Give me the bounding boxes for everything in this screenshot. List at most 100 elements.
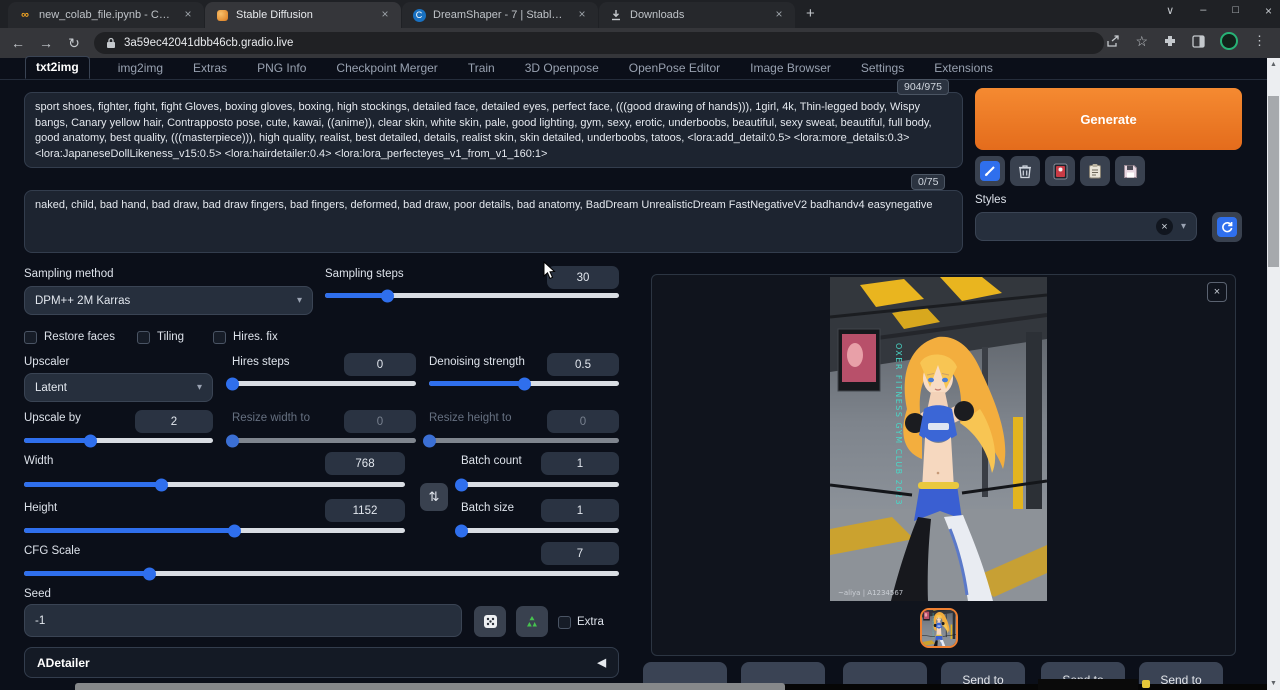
hires-steps-label: Hires steps [232, 356, 290, 368]
browser-tab-stable-diffusion[interactable]: Stable Diffusion × [205, 2, 401, 28]
hires-fix-checkbox[interactable] [213, 331, 226, 344]
reuse-seed-button[interactable] [516, 606, 548, 637]
dice-icon [483, 614, 498, 629]
hires-steps-input[interactable]: 0 [344, 353, 416, 376]
styles-label: Styles [975, 194, 1006, 206]
generate-button[interactable]: Generate [975, 88, 1242, 150]
side-panel-icon[interactable] [1192, 35, 1205, 48]
batch-size-label: Batch size [461, 502, 514, 514]
sampling-steps-label: Sampling steps [325, 268, 404, 280]
share-icon[interactable] [1106, 35, 1120, 48]
tab-settings[interactable]: Settings [859, 58, 906, 79]
tab-title: DreamShaper - 7 | Stable Diffusio [433, 9, 567, 21]
cfg-scale-input[interactable]: 7 [541, 542, 619, 565]
upscaler-dropdown[interactable]: Latent ▾ [24, 373, 213, 402]
tab-openpose-editor[interactable]: OpenPose Editor [627, 58, 722, 79]
cfg-scale-slider[interactable] [24, 571, 619, 576]
tab-extensions[interactable]: Extensions [932, 58, 995, 79]
tab-close-icon[interactable]: × [377, 7, 393, 23]
sampling-steps-slider[interactable] [325, 293, 619, 298]
upscale-by-input[interactable]: 2 [135, 410, 213, 433]
save-style-button[interactable] [1115, 156, 1145, 186]
paste-params-button[interactable] [975, 156, 1005, 186]
tab-png-info[interactable]: PNG Info [255, 58, 308, 79]
clipboard-icon [1088, 163, 1102, 179]
extensions-puzzle-icon[interactable] [1163, 34, 1177, 48]
tab-txt2img[interactable]: txt2img [25, 56, 90, 79]
url-text: 3a59ec42041dbb46cb.gradio.live [124, 37, 293, 49]
batch-count-slider[interactable] [461, 482, 619, 487]
negative-token-counter: 0/75 [911, 174, 945, 190]
tab-extras[interactable]: Extras [191, 58, 229, 79]
tab-checkpoint-merger[interactable]: Checkpoint Merger [334, 58, 439, 79]
batch-size-slider[interactable] [461, 528, 619, 533]
bookmark-star-icon[interactable]: ☆ [1135, 33, 1148, 50]
forward-icon[interactable]: → [32, 35, 60, 51]
clear-prompt-button[interactable] [1010, 156, 1040, 186]
hires-steps-slider[interactable] [232, 381, 416, 386]
close-icon[interactable]: × [1265, 4, 1272, 18]
browser-tab-colab[interactable]: ∞ new_colab_file.ipynb - Colaborat × [8, 2, 204, 28]
upscale-by-slider[interactable] [24, 438, 213, 443]
tab-close-icon[interactable]: × [180, 7, 196, 23]
swap-dimensions-button[interactable]: ⇅ [420, 483, 448, 511]
minimize-icon[interactable]: – [1200, 4, 1206, 18]
height-slider[interactable] [24, 528, 405, 533]
height-input[interactable]: 1152 [325, 499, 405, 522]
restore-faces-checkbox[interactable] [24, 331, 37, 344]
styles-dropdown[interactable]: × ▾ [975, 212, 1197, 241]
sampling-method-dropdown[interactable]: DPM++ 2M Karras ▾ [24, 286, 313, 315]
tab-3d-openpose[interactable]: 3D Openpose [523, 58, 601, 79]
browser-tab-dreamshaper[interactable]: C DreamShaper - 7 | Stable Diffusio × [402, 2, 598, 28]
video-overlay-bar [75, 683, 785, 690]
adetailer-accordion[interactable]: ADetailer ◀ [24, 647, 619, 678]
denoising-strength-slider[interactable] [429, 381, 619, 386]
tab-search-chevron-icon[interactable]: ∨ [1166, 4, 1174, 18]
scroll-up-icon[interactable]: ▲ [1267, 58, 1280, 71]
reload-icon[interactable]: ↻ [60, 35, 88, 52]
prompt-input[interactable]: sport shoes, fighter, fight, fight Glove… [24, 92, 963, 168]
browser-toolbar: ← → ↻ 3a59ec42041dbb46cb.gradio.live [0, 28, 1280, 58]
page-scrollbar[interactable]: ▲ ▼ [1267, 58, 1280, 690]
extra-networks-button[interactable] [1045, 156, 1075, 186]
tab-close-icon[interactable]: × [574, 7, 590, 23]
extra-seed-checkbox[interactable] [558, 616, 571, 629]
menu-icon[interactable]: ⋮ [1253, 33, 1266, 49]
url-bar[interactable]: 3a59ec42041dbb46cb.gradio.live [94, 32, 1104, 54]
maximize-icon[interactable]: □ [1232, 4, 1239, 18]
batch-size-input[interactable]: 1 [541, 499, 619, 522]
tab-img2img[interactable]: img2img [116, 58, 165, 79]
close-icon: × [1214, 286, 1220, 298]
scrollbar-thumb[interactable] [1268, 96, 1279, 267]
tab-close-icon[interactable]: × [771, 7, 787, 23]
back-icon[interactable]: ← [4, 35, 32, 51]
swap-icon: ⇅ [429, 489, 440, 505]
accordion-collapse-icon: ◀ [598, 656, 606, 669]
width-input[interactable]: 768 [325, 452, 405, 475]
resize-width-input: 0 [344, 410, 416, 433]
window-controls: ∨ – □ × [1166, 4, 1272, 18]
browser-tab-strip: ∞ new_colab_file.ipynb - Colaborat × Sta… [0, 0, 1280, 28]
avatar[interactable] [1220, 32, 1238, 50]
sampling-steps-input[interactable]: 30 [547, 266, 619, 289]
styles-clear-icon[interactable]: × [1156, 218, 1173, 235]
new-tab-button[interactable]: + [806, 5, 815, 22]
extra-seed-label: Extra [577, 616, 604, 628]
negative-prompt-input[interactable]: naked, child, bad hand, bad draw, bad dr… [24, 190, 963, 253]
browser-tab-downloads[interactable]: Downloads × [599, 2, 795, 28]
tab-train[interactable]: Train [466, 58, 497, 79]
scroll-down-icon[interactable]: ▼ [1267, 677, 1280, 690]
close-preview-button[interactable]: × [1207, 282, 1227, 302]
seed-input[interactable]: -1 [24, 604, 462, 637]
random-seed-button[interactable] [474, 606, 506, 637]
width-slider[interactable] [24, 482, 405, 487]
batch-count-input[interactable]: 1 [541, 452, 619, 475]
styles-refresh-button[interactable] [1212, 212, 1242, 242]
apply-styles-button[interactable] [1080, 156, 1110, 186]
gallery-thumbnail[interactable] [920, 608, 958, 648]
denoising-strength-input[interactable]: 0.5 [547, 353, 619, 376]
tiling-checkbox[interactable] [137, 331, 150, 344]
sampling-method-label: Sampling method [24, 268, 114, 280]
generated-image[interactable]: OXER FITNESS GYM CLUB 2023 [830, 277, 1047, 601]
tab-image-browser[interactable]: Image Browser [748, 58, 833, 79]
